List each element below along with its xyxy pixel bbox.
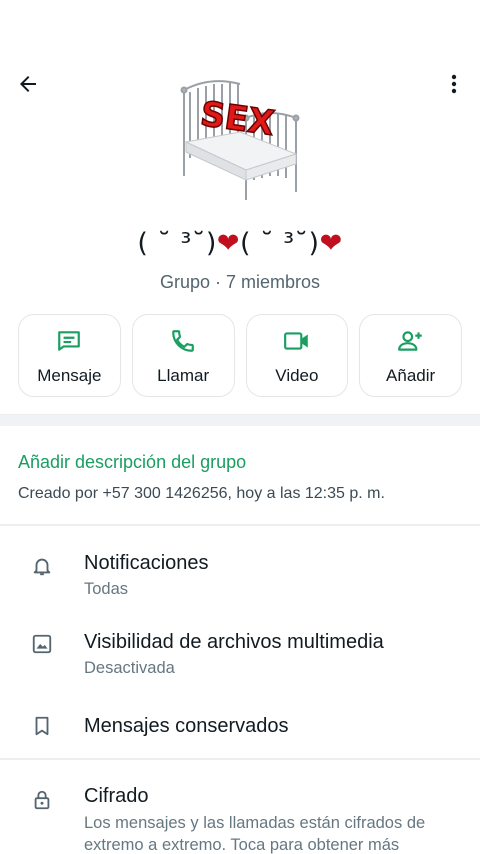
- encryption-row[interactable]: Cifrado Los mensajes y las llamadas está…: [0, 774, 480, 854]
- more-options-button[interactable]: [434, 64, 474, 104]
- group-info-screen: SEX ( ˘ ³˘)❤( ˘ ³˘)❤ Grupo · 7 miembros …: [0, 0, 480, 854]
- encryption-description: Los mensajes y las llamadas están cifrad…: [84, 814, 426, 854]
- add-member-button[interactable]: Añadir: [359, 314, 462, 397]
- back-arrow-icon: [20, 76, 36, 92]
- kept-messages-title: Mensajes conservados: [84, 715, 289, 737]
- video-button[interactable]: Video: [245, 314, 349, 397]
- heart-icon: ❤: [216, 228, 240, 259]
- notifications-row[interactable]: Notificaciones Todas: [0, 540, 480, 610]
- notifications-value: Todas: [84, 580, 129, 598]
- created-info: Creado por +57 300 1426256, hoy a las 12…: [18, 485, 385, 502]
- add-person-icon: [397, 330, 422, 351]
- lock-icon: [34, 790, 50, 810]
- phone-icon: [172, 329, 194, 352]
- back-button[interactable]: [8, 64, 48, 104]
- message-icon: [58, 330, 81, 351]
- action-buttons: Mensaje Llamar Video Añadir: [18, 314, 462, 397]
- group-photo-image: SEX: [180, 80, 300, 200]
- divider: [0, 524, 480, 526]
- group-photo[interactable]: SEX: [170, 72, 304, 202]
- heart-icon: ❤: [319, 228, 343, 259]
- group-name[interactable]: ( ˘ ³˘)❤( ˘ ³˘)❤: [0, 228, 480, 259]
- call-button[interactable]: Llamar: [131, 314, 235, 397]
- more-vert-icon: [451, 74, 457, 94]
- image-icon: [32, 634, 52, 654]
- media-visibility-row[interactable]: Visibilidad de archivos multimedia Desac…: [0, 620, 480, 690]
- message-button[interactable]: Mensaje: [18, 314, 121, 397]
- section-divider: [0, 414, 480, 426]
- bell-icon: [33, 558, 51, 576]
- group-name-part-2: ( ˘ ³˘): [240, 228, 320, 259]
- video-button-label: Video: [275, 365, 319, 385]
- notifications-title: Notificaciones: [84, 552, 209, 574]
- divider: [0, 758, 480, 760]
- group-name-part-1: ( ˘ ³˘): [137, 228, 217, 259]
- bookmark-icon: [35, 716, 49, 736]
- video-icon: [283, 331, 308, 350]
- message-button-label: Mensaje: [37, 365, 102, 385]
- media-visibility-title: Visibilidad de archivos multimedia: [84, 631, 384, 653]
- photo-text: SEX: [198, 94, 277, 144]
- group-member-count: Grupo · 7 miembros: [159, 272, 321, 292]
- media-visibility-value: Desactivada: [84, 659, 175, 677]
- add-description-link[interactable]: Añadir descripción del grupo: [18, 452, 246, 473]
- encryption-title: Cifrado: [84, 785, 149, 807]
- call-button-label: Llamar: [157, 365, 210, 385]
- kept-messages-row[interactable]: Mensajes conservados: [0, 700, 480, 750]
- add-member-button-label: Añadir: [386, 365, 436, 385]
